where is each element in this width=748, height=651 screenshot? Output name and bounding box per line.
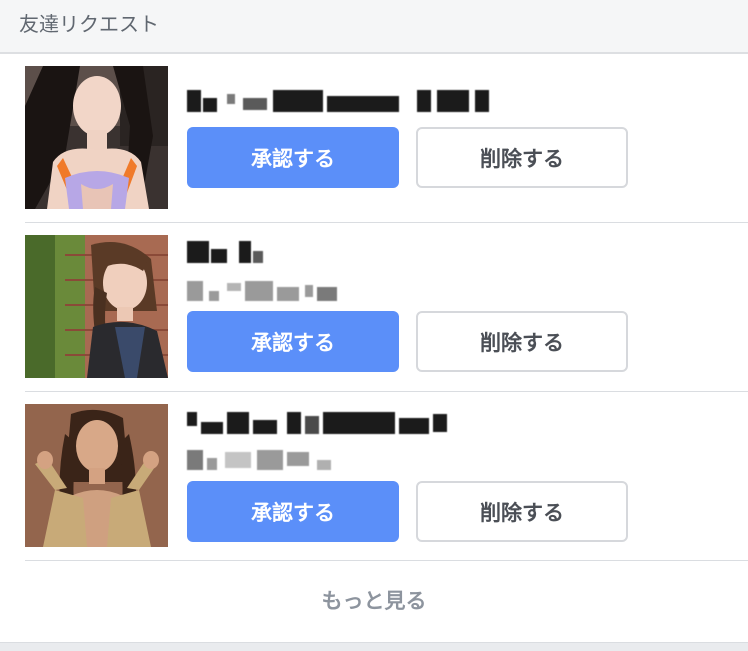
redacted-name: [187, 412, 449, 434]
header-title: 友達リクエスト: [19, 12, 159, 36]
delete-button[interactable]: 削除する: [416, 127, 628, 188]
friend-request-item: 承認する 削除する: [0, 56, 748, 224]
see-more-link[interactable]: もっと見る: [0, 562, 748, 638]
confirm-button[interactable]: 承認する: [187, 127, 399, 188]
redacted-name: [187, 241, 267, 263]
confirm-button[interactable]: 承認する: [187, 481, 399, 542]
divider: [25, 560, 748, 561]
friend-request-item: 承認する 削除する: [0, 394, 748, 562]
profile-photo-1[interactable]: [25, 66, 168, 209]
delete-button[interactable]: 削除する: [416, 311, 628, 372]
divider: [25, 391, 748, 392]
friend-request-item: 承認する 削除する: [0, 225, 748, 393]
avatar-image: [25, 235, 168, 378]
avatar-image: [25, 66, 168, 209]
divider: [25, 222, 748, 223]
avatar-image: [25, 404, 168, 547]
header: 友達リクエスト: [0, 0, 748, 54]
redacted-subtext: [187, 281, 339, 301]
delete-button[interactable]: 削除する: [416, 481, 628, 542]
redacted-name: [187, 90, 492, 112]
profile-photo-3[interactable]: [25, 404, 168, 547]
confirm-button[interactable]: 承認する: [187, 311, 399, 372]
profile-photo-2[interactable]: [25, 235, 168, 378]
redacted-subtext: [187, 450, 337, 470]
